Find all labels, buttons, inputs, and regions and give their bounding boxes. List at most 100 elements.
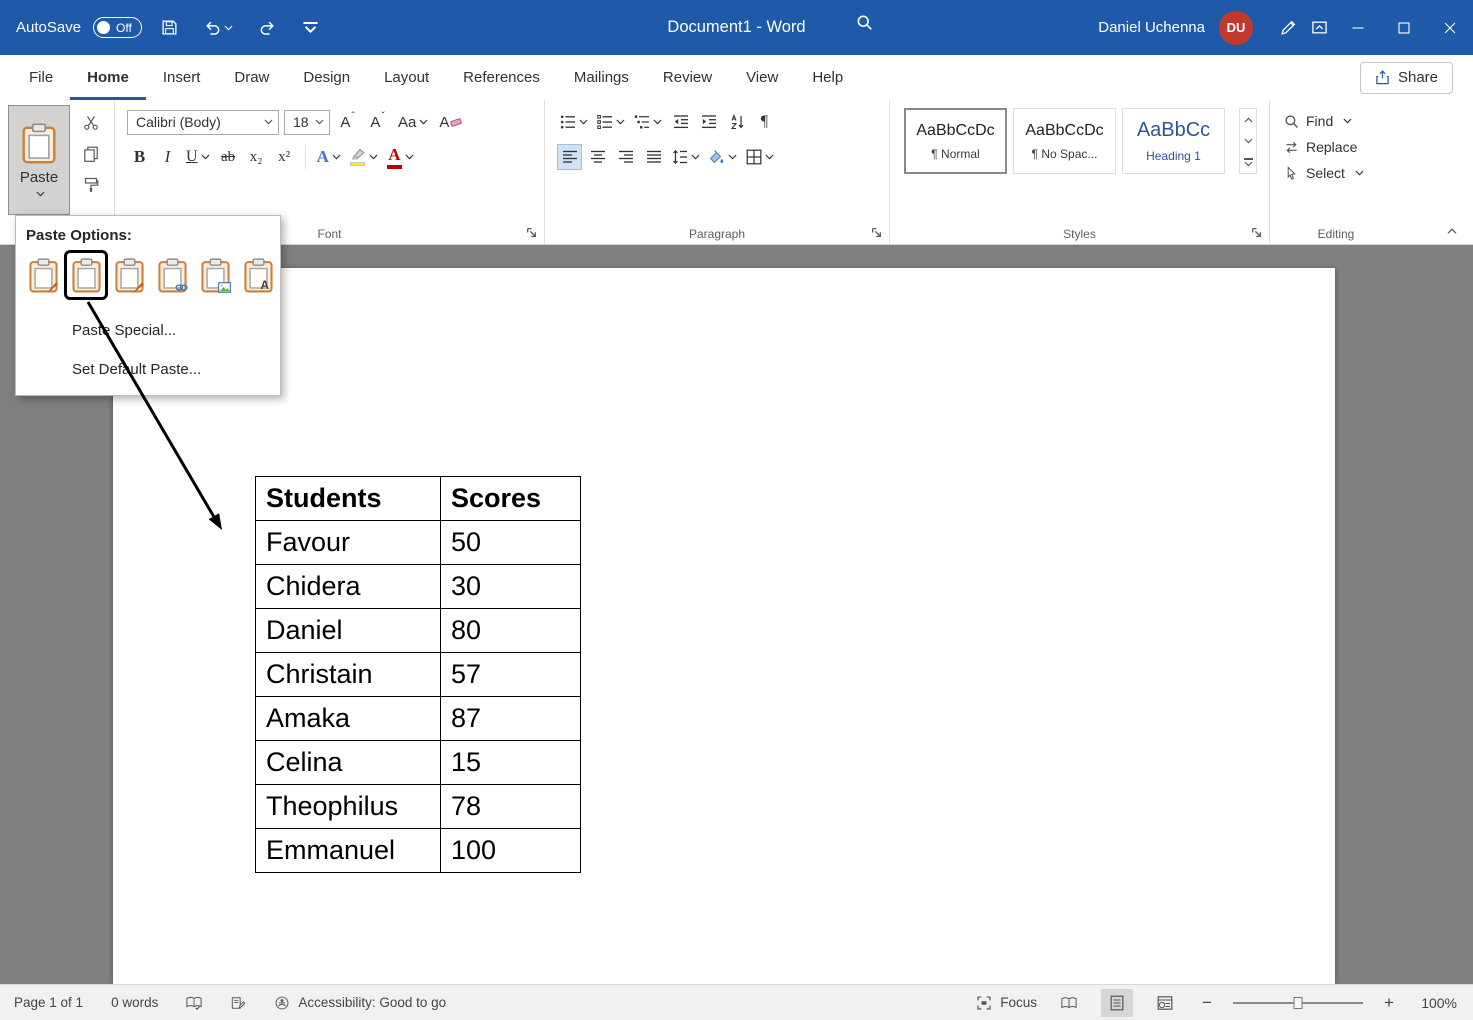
strikethrough-button[interactable]: ab <box>216 144 241 170</box>
zoom-out-button[interactable]: − <box>1197 993 1217 1013</box>
highlight-color-button[interactable] <box>347 144 381 170</box>
paste-merge-formatting-button[interactable] <box>110 253 148 297</box>
font-color-button[interactable]: A <box>384 144 417 170</box>
underline-button[interactable]: U <box>183 144 213 170</box>
copy-button[interactable] <box>78 143 104 165</box>
student-cell[interactable]: Daniel <box>256 609 441 653</box>
score-cell[interactable]: 100 <box>441 829 581 873</box>
web-layout-button[interactable] <box>1149 989 1181 1017</box>
minimize-button[interactable] <box>1335 0 1381 55</box>
align-left-button[interactable] <box>557 144 582 170</box>
score-cell[interactable]: 50 <box>441 521 581 565</box>
share-button[interactable]: Share <box>1360 62 1453 94</box>
score-cell[interactable]: 78 <box>441 785 581 829</box>
document-page[interactable]: Students Scores Favour50 Chidera30 Danie… <box>113 268 1335 984</box>
shrink-font-button[interactable]: Aˇ <box>365 109 390 135</box>
user-name[interactable]: Daniel Uchenna <box>1098 19 1205 36</box>
grow-font-button[interactable]: Aˆ <box>335 109 360 135</box>
tab-help[interactable]: Help <box>795 55 860 100</box>
customize-quick-access-button[interactable] <box>295 13 326 42</box>
multilevel-list-button[interactable] <box>631 109 665 135</box>
shading-button[interactable] <box>706 144 740 170</box>
select-button[interactable]: Select <box>1270 160 1402 186</box>
align-center-button[interactable] <box>585 144 610 170</box>
ribbon-display-options-button[interactable] <box>1304 13 1335 42</box>
page-number-status[interactable]: Page 1 of 1 <box>14 995 83 1010</box>
styles-scroll-up-button[interactable] <box>1240 109 1256 130</box>
zoom-in-button[interactable]: + <box>1379 993 1399 1013</box>
paste-button[interactable]: Paste <box>8 105 70 215</box>
format-painter-button[interactable] <box>78 174 104 196</box>
score-cell[interactable]: 87 <box>441 697 581 741</box>
styles-more-button[interactable] <box>1240 152 1256 173</box>
word-count-status[interactable]: 0 words <box>111 995 158 1010</box>
table-header-scores[interactable]: Scores <box>441 477 581 521</box>
collapse-ribbon-button[interactable] <box>1443 224 1461 238</box>
read-mode-button[interactable] <box>1053 989 1085 1017</box>
paste-special-menu-item[interactable]: Paste Special... <box>16 311 280 350</box>
student-cell[interactable]: Celina <box>256 741 441 785</box>
tab-file[interactable]: File <box>12 55 70 100</box>
student-cell[interactable]: Amaka <box>256 697 441 741</box>
zoom-slider-thumb[interactable] <box>1294 997 1303 1009</box>
tab-view[interactable]: View <box>729 55 795 100</box>
focus-mode-button[interactable]: Focus <box>976 995 1037 1010</box>
show-formatting-marks-button[interactable]: ¶ <box>752 109 777 135</box>
search-button[interactable] <box>856 14 873 31</box>
paste-link-keep-source-formatting-button[interactable] <box>153 253 191 297</box>
sort-button[interactable] <box>724 109 749 135</box>
decrease-indent-button[interactable] <box>668 109 693 135</box>
justify-button[interactable] <box>641 144 666 170</box>
zoom-level-button[interactable]: 100% <box>1415 995 1457 1011</box>
font-name-select[interactable]: Calibri (Body) <box>127 110 279 135</box>
font-size-select[interactable]: 18 <box>284 110 330 135</box>
increase-indent-button[interactable] <box>696 109 721 135</box>
set-default-paste-menu-item[interactable]: Set Default Paste... <box>16 350 280 389</box>
autosave-toggle[interactable]: Off <box>93 17 142 38</box>
undo-button[interactable] <box>197 13 240 42</box>
italic-button[interactable]: I <box>155 144 180 170</box>
score-cell[interactable]: 80 <box>441 609 581 653</box>
style-normal[interactable]: AaBbCcDc ¶ Normal <box>904 108 1007 174</box>
styles-dialog-launcher[interactable] <box>1251 225 1265 239</box>
zoom-slider[interactable] <box>1233 995 1363 1011</box>
paste-keep-source-formatting-button[interactable] <box>24 253 62 297</box>
maximize-button[interactable] <box>1381 0 1427 55</box>
numbering-button[interactable] <box>594 109 628 135</box>
save-button[interactable] <box>154 13 185 42</box>
style-heading-1[interactable]: AaBbCc Heading 1 <box>1122 108 1225 174</box>
align-right-button[interactable] <box>613 144 638 170</box>
bold-button[interactable]: B <box>127 144 152 170</box>
tab-home[interactable]: Home <box>70 55 146 100</box>
paste-picture-button[interactable] <box>196 253 234 297</box>
style-no-spacing[interactable]: AaBbCcDc ¶ No Spac... <box>1013 108 1116 174</box>
score-cell[interactable]: 30 <box>441 565 581 609</box>
accessibility-status-button[interactable]: Accessibility: Good to go <box>274 995 446 1010</box>
borders-button[interactable] <box>743 144 777 170</box>
font-dialog-launcher[interactable] <box>526 225 540 239</box>
score-cell[interactable]: 15 <box>441 741 581 785</box>
student-cell[interactable]: Favour <box>256 521 441 565</box>
cut-button[interactable] <box>78 112 104 134</box>
avatar[interactable]: DU <box>1219 11 1253 45</box>
student-cell[interactable]: Theophilus <box>256 785 441 829</box>
paste-keep-text-only-button[interactable]: A <box>239 253 277 297</box>
line-spacing-button[interactable] <box>669 144 703 170</box>
editor-status-button[interactable] <box>230 996 246 1010</box>
tab-review[interactable]: Review <box>646 55 729 100</box>
redo-button[interactable] <box>252 13 283 42</box>
clear-formatting-button[interactable]: A <box>436 109 465 135</box>
paragraph-dialog-launcher[interactable] <box>871 225 885 239</box>
styles-scroll-down-button[interactable] <box>1240 130 1256 151</box>
superscript-button[interactable]: x² <box>272 144 297 170</box>
inking-button[interactable] <box>1273 13 1304 42</box>
tab-draw[interactable]: Draw <box>217 55 286 100</box>
tab-insert[interactable]: Insert <box>146 55 218 100</box>
tab-layout[interactable]: Layout <box>367 55 446 100</box>
tab-references[interactable]: References <box>446 55 557 100</box>
table-header-students[interactable]: Students <box>256 477 441 521</box>
student-cell[interactable]: Emmanuel <box>256 829 441 873</box>
text-effects-button[interactable]: A <box>314 144 344 170</box>
paste-use-destination-styles-button[interactable] <box>67 253 105 297</box>
bullets-button[interactable] <box>557 109 591 135</box>
